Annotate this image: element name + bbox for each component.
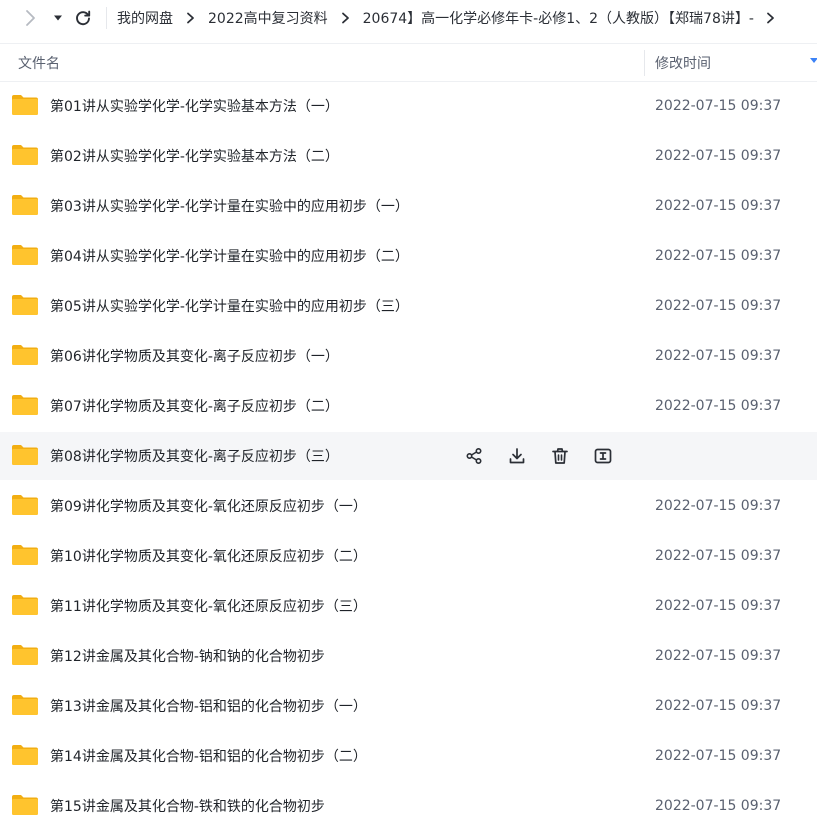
modified-time: 2022-07-15 09:37 <box>655 148 782 164</box>
modified-time: 2022-07-15 09:37 <box>655 398 782 414</box>
file-row[interactable]: 第14讲金属及其化合物-铝和铝的化合物初步（二） 2022-07-15 09:37 <box>0 732 817 780</box>
file-name[interactable]: 第01讲从实验学化学-化学实验基本方法（一） <box>50 96 339 116</box>
file-row[interactable]: 第13讲金属及其化合物-铝和铝的化合物初步（一） 2022-07-15 09:37 <box>0 682 817 730</box>
file-name[interactable]: 第07讲化学物质及其变化-离子反应初步（二） <box>50 396 339 416</box>
file-name[interactable]: 第05讲从实验学化学-化学计量在实验中的应用初步（三） <box>50 296 409 316</box>
modified-time: 2022-07-15 09:37 <box>655 198 782 214</box>
file-row[interactable]: 第10讲化学物质及其变化-氧化还原反应初步（二） 2022-07-15 09:37 <box>0 532 817 580</box>
folder-icon <box>11 243 39 267</box>
file-name[interactable]: 第15讲金属及其化合物-铁和铁的化合物初步 <box>50 796 325 816</box>
back-button[interactable] <box>14 0 48 36</box>
file-name[interactable]: 第09讲化学物质及其变化-氧化还原反应初步（一） <box>50 496 367 516</box>
refresh-icon <box>76 10 91 26</box>
breadcrumb-item-current[interactable]: 20674】高一化学必修年卡-必修1、2（人教版）【郑瑞78讲】- <box>363 8 754 28</box>
file-name[interactable]: 第02讲从实验学化学-化学实验基本方法（二） <box>50 146 339 166</box>
file-row[interactable]: 第11讲化学物质及其变化-氧化还原反应初步（三） 2022-07-15 09:37 <box>0 582 817 630</box>
file-name[interactable]: 第08讲化学物质及其变化-离子反应初步（三） <box>50 446 339 466</box>
refresh-button[interactable] <box>68 0 98 36</box>
file-name[interactable]: 第12讲金属及其化合物-钠和钠的化合物初步 <box>50 646 325 666</box>
chevron-left-icon <box>26 10 35 26</box>
top-navigation-bar: 我的网盘 2022高中复习资料 20674】高一化学必修年卡-必修1、2（人教版… <box>0 0 817 36</box>
nav-divider <box>106 7 107 29</box>
file-name[interactable]: 第11讲化学物质及其变化-氧化还原反应初步（三） <box>50 596 367 616</box>
modified-time: 2022-07-15 09:37 <box>655 298 782 314</box>
folder-icon <box>11 193 39 217</box>
modified-time: 2022-07-15 09:37 <box>655 648 782 664</box>
modified-time: 2022-07-15 09:37 <box>655 548 782 564</box>
file-name[interactable]: 第04讲从实验学化学-化学计量在实验中的应用初步（二） <box>50 246 409 266</box>
delete-icon <box>551 447 569 465</box>
folder-icon <box>11 293 39 317</box>
delete-button[interactable] <box>548 444 572 468</box>
file-name[interactable]: 第13讲金属及其化合物-铝和铝的化合物初步（一） <box>50 696 367 716</box>
caret-down-icon <box>54 15 62 21</box>
breadcrumb-chevron-icon <box>186 12 195 24</box>
file-name[interactable]: 第10讲化学物质及其变化-氧化还原反应初步（二） <box>50 546 367 566</box>
modified-time: 2022-07-15 09:37 <box>655 748 782 764</box>
file-row[interactable]: 第08讲化学物质及其变化-离子反应初步（三） <box>0 432 817 480</box>
folder-icon <box>11 593 39 617</box>
file-name[interactable]: 第06讲化学物质及其变化-离子反应初步（一） <box>50 346 339 366</box>
folder-icon <box>11 543 39 567</box>
breadcrumb-more-chevron-icon[interactable] <box>766 12 775 24</box>
file-row[interactable]: 第06讲化学物质及其变化-离子反应初步（一） 2022-07-15 09:37 <box>0 332 817 380</box>
modified-time: 2022-07-15 09:37 <box>655 98 782 114</box>
column-header-modified-time[interactable]: 修改时间 <box>655 53 711 73</box>
modified-time: 2022-07-15 09:37 <box>655 798 782 814</box>
file-name[interactable]: 第14讲金属及其化合物-铝和铝的化合物初步（二） <box>50 746 367 766</box>
row-hover-actions <box>462 444 615 468</box>
file-row[interactable]: 第03讲从实验学化学-化学计量在实验中的应用初步（一） 2022-07-15 09… <box>0 182 817 230</box>
breadcrumb-chevron-icon <box>341 12 350 24</box>
modified-time: 2022-07-15 09:37 <box>655 248 782 264</box>
breadcrumb-item-folder[interactable]: 2022高中复习资料 <box>208 8 328 28</box>
file-row[interactable]: 第07讲化学物质及其变化-离子反应初步（二） 2022-07-15 09:37 <box>0 382 817 430</box>
file-row[interactable]: 第12讲金属及其化合物-钠和钠的化合物初步 2022-07-15 09:37 <box>0 632 817 680</box>
breadcrumb: 我的网盘 2022高中复习资料 20674】高一化学必修年卡-必修1、2（人教版… <box>117 8 788 28</box>
file-row[interactable]: 第04讲从实验学化学-化学计量在实验中的应用初步（二） 2022-07-15 09… <box>0 232 817 280</box>
folder-icon <box>11 643 39 667</box>
modified-time: 2022-07-15 09:37 <box>655 348 782 364</box>
sort-descending-icon[interactable] <box>810 58 817 64</box>
rename-button[interactable] <box>591 444 615 468</box>
file-list-header: 文件名 修改时间 <box>0 43 817 82</box>
folder-icon <box>11 443 39 467</box>
download-button[interactable] <box>505 444 529 468</box>
folder-icon <box>11 343 39 367</box>
modified-time: 2022-07-15 09:37 <box>655 698 782 714</box>
breadcrumb-item-root[interactable]: 我的网盘 <box>117 8 173 28</box>
folder-icon <box>11 393 39 417</box>
modified-time: 2022-07-15 09:37 <box>655 598 782 614</box>
column-header-name[interactable]: 文件名 <box>18 53 60 73</box>
folder-icon <box>11 143 39 167</box>
file-row[interactable]: 第01讲从实验学化学-化学实验基本方法（一） 2022-07-15 09:37 <box>0 82 817 130</box>
file-name[interactable]: 第03讲从实验学化学-化学计量在实验中的应用初步（一） <box>50 196 409 216</box>
folder-icon <box>11 743 39 767</box>
folder-icon <box>11 93 39 117</box>
folder-icon <box>11 693 39 717</box>
folder-icon <box>11 493 39 517</box>
modified-time: 2022-07-15 09:37 <box>655 498 782 514</box>
file-row[interactable]: 第09讲化学物质及其变化-氧化还原反应初步（一） 2022-07-15 09:37 <box>0 482 817 530</box>
share-button[interactable] <box>462 444 486 468</box>
column-divider[interactable] <box>644 50 645 76</box>
share-icon <box>465 447 483 465</box>
history-dropdown-button[interactable] <box>48 0 68 36</box>
rename-icon <box>594 447 612 465</box>
file-row[interactable]: 第05讲从实验学化学-化学计量在实验中的应用初步（三） 2022-07-15 09… <box>0 282 817 330</box>
folder-icon <box>11 793 39 817</box>
download-icon <box>508 447 526 465</box>
file-row[interactable]: 第02讲从实验学化学-化学实验基本方法（二） 2022-07-15 09:37 <box>0 132 817 180</box>
